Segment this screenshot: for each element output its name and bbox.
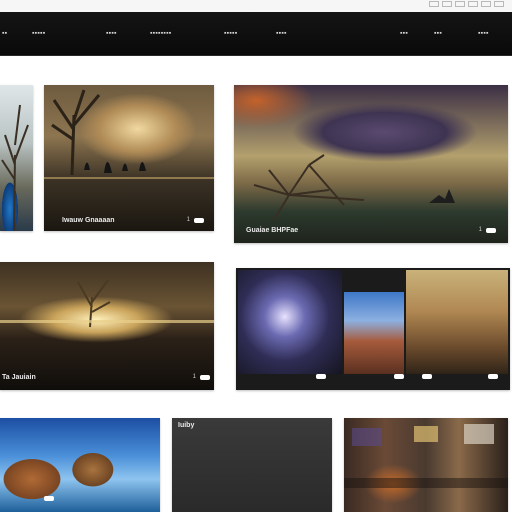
card-caption: Iwauw Gnaaaan bbox=[62, 217, 115, 224]
card-badge[interactable] bbox=[316, 374, 326, 379]
control-icon[interactable] bbox=[455, 1, 465, 7]
card-badge[interactable] bbox=[200, 374, 210, 380]
card-count: 1 bbox=[186, 217, 190, 223]
card-caption: Ta Jauiain bbox=[2, 374, 36, 381]
nav-item[interactable]: ▪▪▪▪ bbox=[276, 30, 287, 37]
tree-illustration bbox=[253, 154, 455, 221]
gallery-card[interactable] bbox=[0, 418, 160, 512]
card-meta bbox=[422, 374, 432, 379]
card-count: 1 bbox=[192, 374, 196, 380]
card-meta bbox=[44, 496, 54, 501]
card-meta bbox=[316, 374, 326, 379]
gallery-card[interactable] bbox=[344, 418, 508, 512]
card-meta bbox=[394, 374, 404, 379]
card-badge[interactable] bbox=[422, 374, 432, 379]
card-image bbox=[0, 418, 160, 512]
collage-image bbox=[406, 270, 508, 374]
card-badge[interactable] bbox=[394, 374, 404, 379]
nav-item[interactable]: ▪▪▪▪▪ bbox=[224, 30, 237, 37]
gallery-card[interactable] bbox=[236, 268, 510, 390]
card-badge[interactable] bbox=[488, 374, 498, 379]
card-meta: 1 bbox=[187, 217, 204, 223]
crowd-illustration bbox=[344, 424, 508, 488]
control-icon[interactable] bbox=[494, 1, 504, 7]
nav-item[interactable]: ▪▪ bbox=[2, 30, 7, 37]
card-meta: 1 bbox=[193, 374, 210, 380]
card-badge[interactable] bbox=[44, 496, 54, 501]
control-icon[interactable] bbox=[429, 1, 439, 7]
nav-item[interactable]: ▪▪▪▪▪▪▪▪ bbox=[150, 30, 171, 37]
card-caption: Iuiby bbox=[178, 422, 195, 429]
gallery-card[interactable]: Iwauw Gnaaaan 1 bbox=[44, 85, 214, 231]
collage-image bbox=[344, 292, 404, 374]
browser-top-strip bbox=[0, 0, 512, 12]
card-image bbox=[172, 418, 332, 512]
tree-illustration bbox=[1, 104, 29, 231]
card-badge[interactable] bbox=[194, 217, 204, 223]
nav-item[interactable]: ▪▪▪ bbox=[434, 30, 442, 37]
gallery-card[interactable]: Ta Jauiain 1 bbox=[0, 262, 214, 390]
card-count: 1 bbox=[478, 227, 482, 233]
gallery-card[interactable] bbox=[0, 85, 33, 231]
collage-image bbox=[238, 270, 342, 374]
gallery-card[interactable]: Guaiae BHPFae 1 bbox=[234, 85, 508, 243]
card-meta bbox=[488, 374, 498, 379]
tree-illustration bbox=[0, 279, 214, 328]
nav-item[interactable]: ▪▪▪▪ bbox=[106, 30, 117, 37]
card-caption: Guaiae BHPFae bbox=[246, 227, 299, 234]
gallery-card[interactable]: Iuiby bbox=[172, 418, 332, 512]
tree-illustration bbox=[44, 89, 214, 179]
card-meta: 1 bbox=[479, 227, 496, 233]
control-icon[interactable] bbox=[481, 1, 491, 7]
nav-item[interactable]: ▪▪▪ bbox=[400, 30, 408, 37]
nav-item[interactable]: ▪▪▪▪▪ bbox=[32, 30, 45, 37]
nav-item[interactable]: ▪▪▪▪ bbox=[478, 30, 489, 37]
control-icon[interactable] bbox=[442, 1, 452, 7]
top-navigation-bar: ▪▪ ▪▪▪▪▪ ▪▪▪▪ ▪▪▪▪▪▪▪▪ ▪▪▪▪▪ ▪▪▪▪ ▪▪▪ ▪▪… bbox=[0, 12, 512, 56]
window-controls[interactable] bbox=[429, 1, 504, 7]
control-icon[interactable] bbox=[468, 1, 478, 7]
card-badge[interactable] bbox=[486, 227, 496, 233]
